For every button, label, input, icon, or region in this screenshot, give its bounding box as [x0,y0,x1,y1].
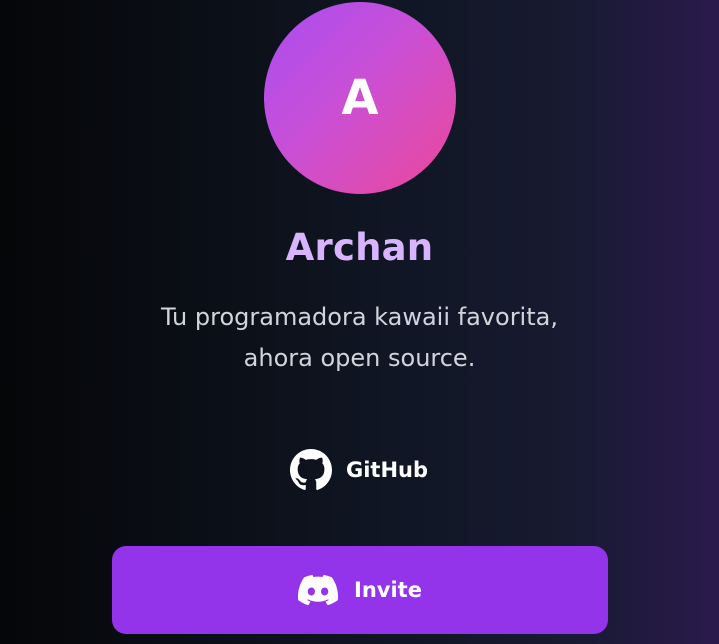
profile-page: A Archan Tu programadora kawaii favorita… [0,0,719,644]
discord-icon [298,574,339,606]
github-icon [290,449,332,490]
invite-button[interactable]: Invite [112,546,608,634]
tagline-line-2: ahora open source. [243,344,476,372]
github-link[interactable]: GitHub [290,449,428,491]
invite-label: Invite [354,578,422,602]
tagline-line-1: Tu programadora kawaii favorita, [161,303,558,331]
avatar: A [264,2,456,194]
avatar-initial: A [341,70,379,126]
tagline: Tu programadora kawaii favorita, ahora o… [0,297,719,379]
github-label: GitHub [346,458,429,482]
profile-name: Archan [285,226,434,269]
